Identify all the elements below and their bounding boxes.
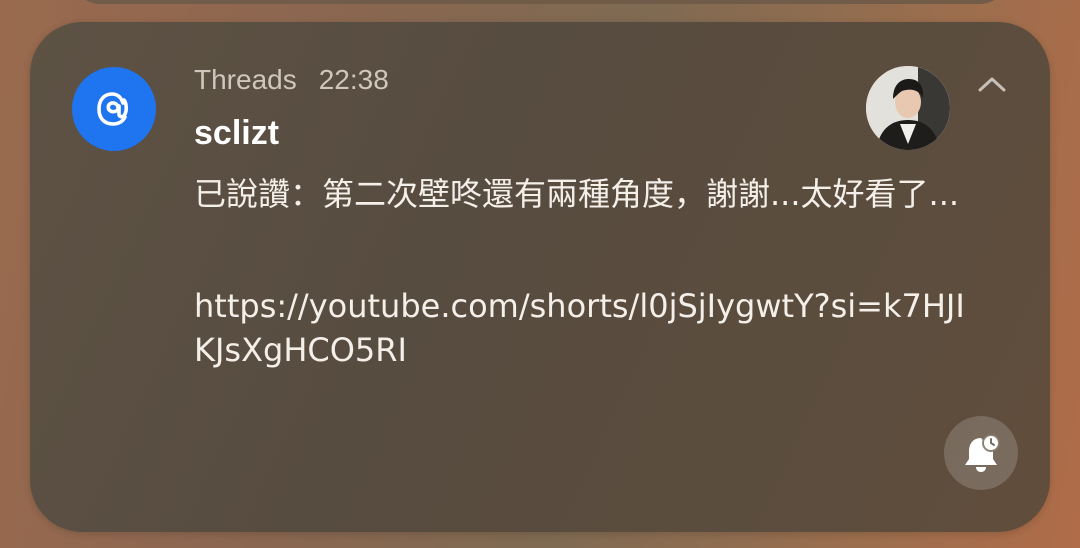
notification-card[interactable]: Threads 22:38 sclizt 已說讚：第二次壁咚還有兩種角度，謝謝.… xyxy=(30,22,1050,532)
notification-message: 已說讚：第二次壁咚還有兩種角度，謝謝...太好看了... xyxy=(194,175,960,213)
sender-name: sclizt xyxy=(194,114,280,152)
chevron-up-icon[interactable] xyxy=(974,70,1010,98)
notification-link[interactable]: https://youtube.com/shorts/l0jSjIygwtY?s… xyxy=(194,284,984,372)
bell-snooze-button[interactable] xyxy=(944,416,1018,490)
notification-header: Threads 22:38 xyxy=(194,64,389,96)
notification-time: 22:38 xyxy=(318,64,389,95)
user-avatar xyxy=(866,66,950,150)
previous-notification-edge xyxy=(72,0,1008,4)
bell-snooze-icon xyxy=(965,434,1000,472)
app-name: Threads xyxy=(194,64,297,95)
threads-logo-icon xyxy=(72,67,156,151)
